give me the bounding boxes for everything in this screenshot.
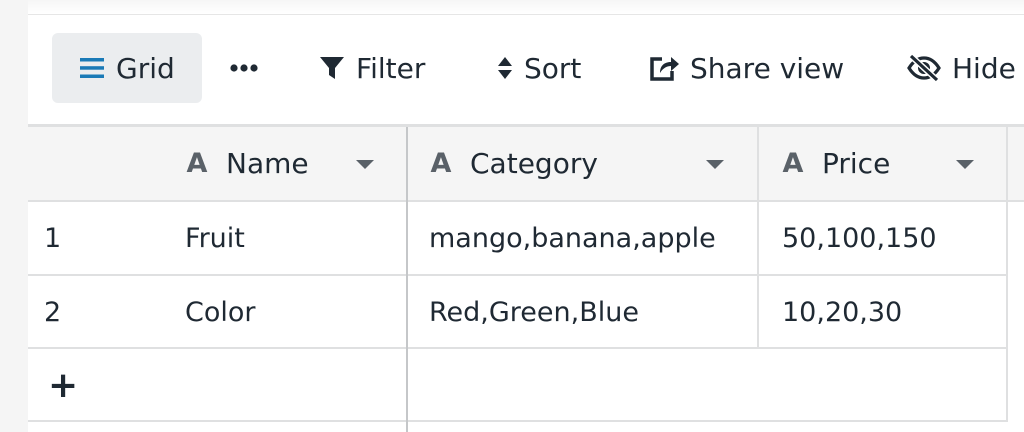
row-divider xyxy=(28,420,1008,422)
add-row-button[interactable]: + xyxy=(48,349,108,421)
left-sidebar-edge xyxy=(0,0,29,432)
caret-down-icon[interactable] xyxy=(706,160,724,169)
filter-button[interactable]: Filter xyxy=(318,33,425,103)
plus-icon: + xyxy=(48,364,79,406)
column-header-price[interactable]: A Price xyxy=(780,127,1020,200)
view-toolbar: Grid Filter Sort Share view Hide xyxy=(28,14,1024,125)
hide-eye-icon xyxy=(906,53,942,83)
column-header-label: Name xyxy=(226,147,309,180)
text-type-icon: A xyxy=(782,148,804,179)
more-options-button[interactable] xyxy=(224,33,264,103)
frozen-column-divider[interactable] xyxy=(406,127,408,432)
hide-label: Hide xyxy=(952,51,1016,85)
column-header-label: Price xyxy=(822,147,891,180)
app-frame: Grid Filter Sort Share view Hide A Name … xyxy=(0,0,1024,432)
column-header-label: Category xyxy=(470,147,598,180)
text-type-icon: A xyxy=(186,148,208,179)
hide-fields-button[interactable]: Hide xyxy=(906,33,1016,103)
row-divider xyxy=(28,347,1008,349)
filter-label: Filter xyxy=(356,51,426,85)
column-divider xyxy=(1006,127,1008,421)
share-view-button[interactable]: Share view xyxy=(648,33,844,103)
grid-view-label: Grid xyxy=(116,51,175,85)
cell-price[interactable]: 50,100,150 xyxy=(782,202,1006,274)
column-divider xyxy=(757,127,759,347)
cell-name[interactable]: Fruit xyxy=(185,202,405,274)
more-icon xyxy=(229,63,259,73)
share-view-label: Share view xyxy=(690,51,845,85)
caret-down-icon[interactable] xyxy=(356,160,374,169)
cell-category[interactable]: Red,Green,Blue xyxy=(429,276,755,348)
grid-lines-icon xyxy=(78,55,106,81)
sort-button[interactable]: Sort xyxy=(496,33,581,103)
cell-name[interactable]: Color xyxy=(185,276,405,348)
row-index: 1 xyxy=(44,222,62,254)
sort-label: Sort xyxy=(524,51,582,85)
row-index: 2 xyxy=(44,296,62,328)
cell-category[interactable]: mango,banana,apple xyxy=(429,202,755,274)
share-icon xyxy=(648,53,680,83)
row-divider xyxy=(28,274,1008,276)
top-divider xyxy=(28,0,1024,14)
cell-price[interactable]: 10,20,30 xyxy=(782,276,1006,348)
sort-icon xyxy=(496,54,514,82)
caret-down-icon[interactable] xyxy=(956,160,974,169)
data-grid: A Name A Category A Price 1 Fruit mango,… xyxy=(28,124,1024,432)
filter-icon xyxy=(318,54,346,82)
text-type-icon: A xyxy=(430,148,452,179)
grid-view-button[interactable]: Grid xyxy=(52,33,202,103)
